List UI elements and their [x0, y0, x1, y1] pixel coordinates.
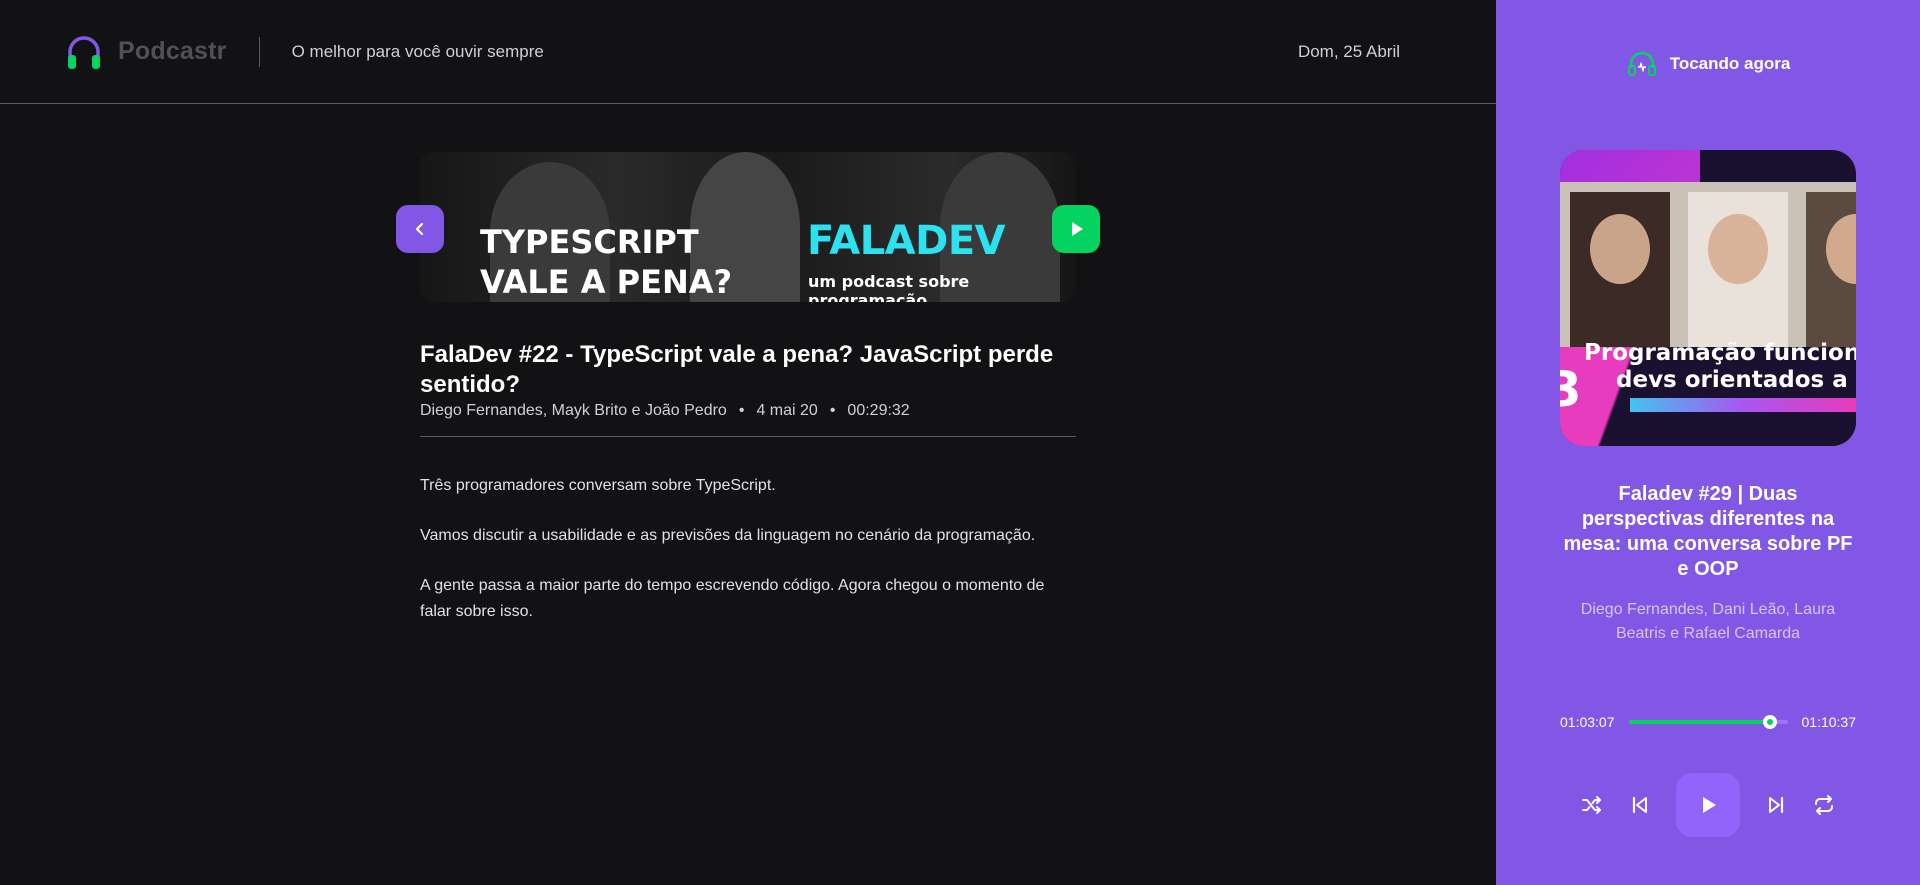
- episode-thumbnail: TYPESCRIPT VALE A PENA? FALADEV um podca…: [420, 152, 1076, 302]
- now-playing-cover: 3 Programação funcional devs orientados …: [1560, 150, 1856, 446]
- episode-divider: [420, 436, 1076, 437]
- progress-handle[interactable]: [1763, 715, 1778, 729]
- player-panel: Tocando agora 3 Programação funcional de…: [1496, 0, 1920, 885]
- description-paragraph: Três programadores conversam sobre TypeS…: [420, 477, 776, 494]
- episode-duration: 00:29:32: [847, 402, 910, 419]
- repeat-icon: [1815, 795, 1833, 815]
- logo[interactable]: Podcastr: [64, 32, 227, 72]
- play-icon: [1703, 797, 1716, 813]
- thumbnail-title: TYPESCRIPT VALE A PENA?: [480, 223, 733, 301]
- total-time: 01:10:37: [1801, 714, 1857, 730]
- episode-details: TYPESCRIPT VALE A PENA? FALADEV um podca…: [396, 152, 1100, 649]
- progress-fill: [1628, 720, 1771, 724]
- player-header: Tocando agora: [1496, 48, 1920, 80]
- play-episode-button[interactable]: [1052, 205, 1100, 253]
- chevron-left-icon: [415, 222, 424, 236]
- play-button[interactable]: [1676, 773, 1740, 837]
- logo-text: Podcastr: [118, 37, 227, 65]
- thumbnail-subtitle: um podcast sobre programação: [808, 272, 970, 302]
- meta-separator: •: [829, 402, 836, 419]
- description-paragraph: Vamos discutir a usabilidade e as previs…: [420, 527, 1036, 544]
- shuffle-icon: [1582, 796, 1601, 814]
- player-controls: [1560, 773, 1856, 837]
- episode-members: Diego Fernandes, Mayk Brito e João Pedro: [420, 402, 727, 419]
- cover-gradient-bar: [1630, 398, 1856, 412]
- description-paragraph: A gente passa a maior parte do tempo esc…: [420, 577, 1045, 620]
- next-button[interactable]: [1764, 793, 1788, 817]
- headphones-icon: [1627, 51, 1656, 76]
- cover-text: Programação funcional devs orientados a …: [1584, 340, 1856, 393]
- episode-description: Três programadores conversam sobre TypeS…: [420, 473, 1076, 625]
- cover-photo: [1560, 182, 1856, 347]
- main-content: Podcastr O melhor para você ouvir sempre…: [0, 0, 1496, 885]
- tagline: O melhor para você ouvir sempre: [291, 41, 544, 61]
- play-icon: [1072, 222, 1083, 236]
- shuffle-button[interactable]: [1580, 793, 1604, 817]
- now-playing-title: Faladev #29 | Duas perspectivas diferent…: [1563, 483, 1853, 580]
- current-date: Dom, 25 Abril: [1297, 41, 1400, 61]
- repeat-button[interactable]: [1812, 793, 1836, 817]
- episode-title: FalaDev #22 - TypeScript vale a pena? Ja…: [420, 341, 1054, 398]
- back-button[interactable]: [396, 205, 444, 253]
- now-playing-members: Diego Fernandes, Dani Leão, Laura Beatri…: [1580, 601, 1836, 642]
- cover-number: 3: [1560, 362, 1582, 418]
- progress-slider[interactable]: [1628, 715, 1788, 729]
- episode-date: 4 mai 20: [756, 402, 818, 419]
- previous-button[interactable]: [1628, 793, 1652, 817]
- episode-meta: Diego Fernandes, Mayk Brito e João Pedro…: [420, 402, 1076, 420]
- skip-back-icon: [1632, 796, 1647, 814]
- cover-face: [1590, 214, 1650, 284]
- current-time: 01:03:07: [1560, 714, 1615, 730]
- cover-face: [1708, 214, 1768, 284]
- headphones-icon: [68, 35, 100, 69]
- top-header: Podcastr O melhor para você ouvir sempre…: [0, 0, 1496, 104]
- thumbnail-brand: FALADEV: [807, 218, 1006, 264]
- now-playing-label: Tocando agora: [1669, 54, 1791, 73]
- skip-forward-icon: [1769, 796, 1784, 814]
- meta-separator: •: [738, 402, 745, 419]
- progress-bar: 01:03:07 01:10:37: [1560, 714, 1856, 730]
- header-divider: [258, 36, 260, 67]
